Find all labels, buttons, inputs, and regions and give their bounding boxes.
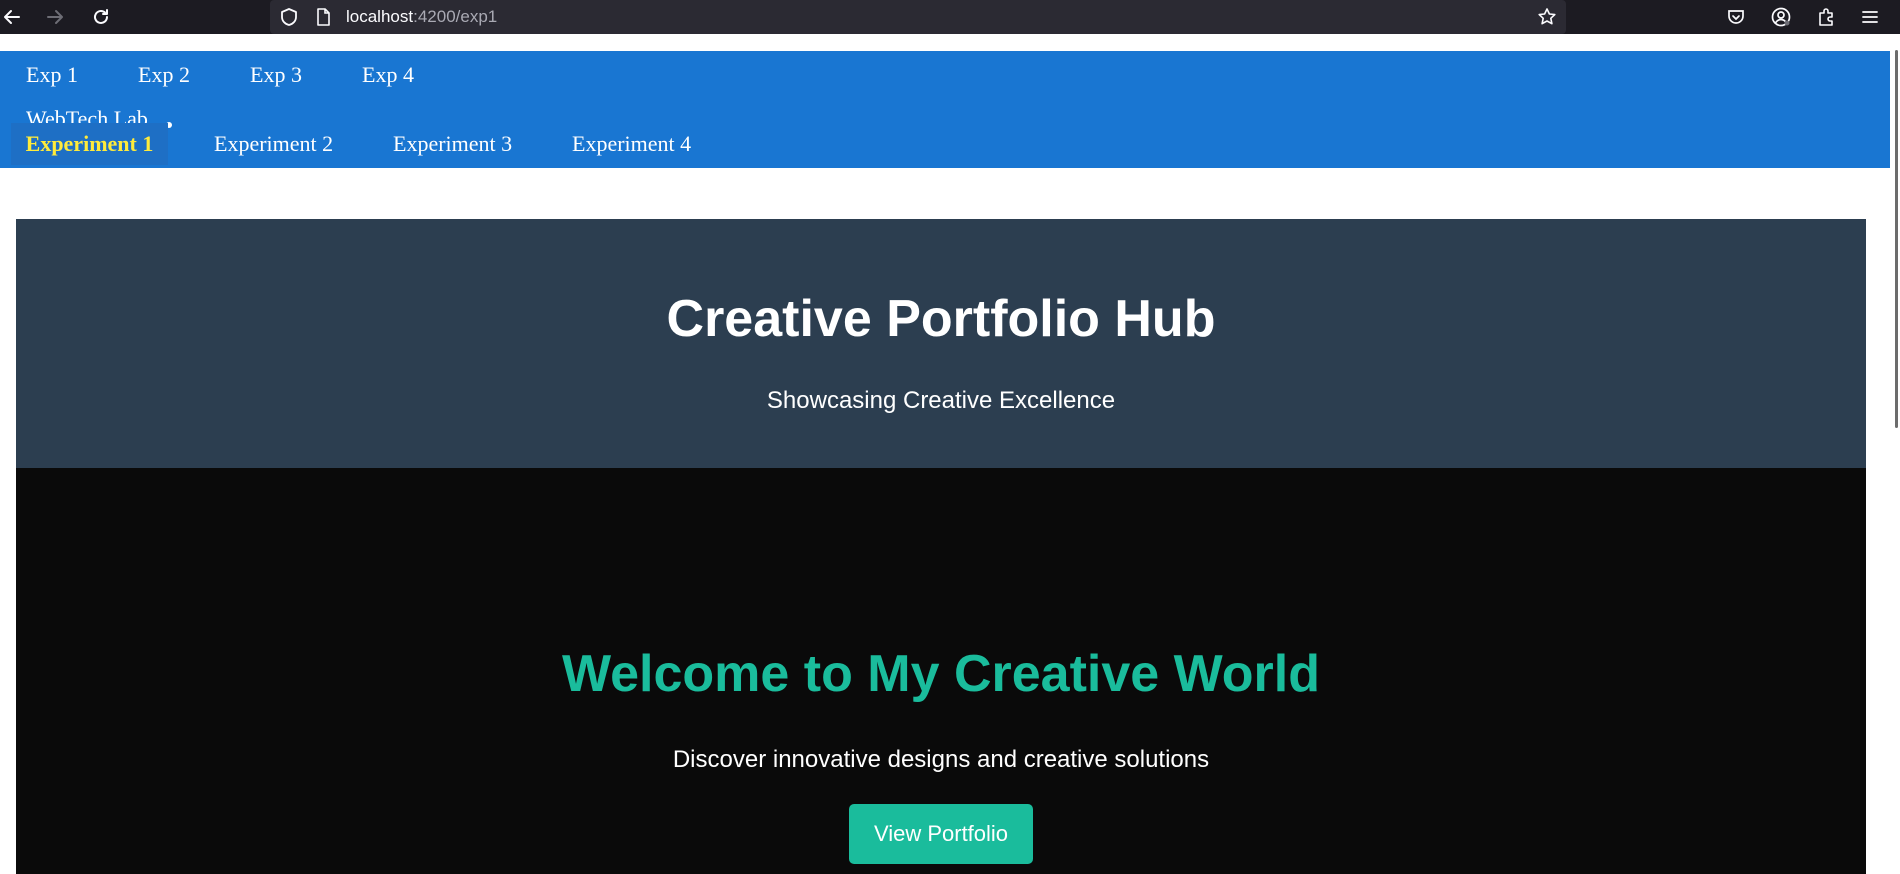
portfolio-header: Creative Portfolio Hub Showcasing Creati… — [16, 219, 1866, 468]
bookmark-star-icon[interactable] — [1534, 4, 1560, 30]
view-portfolio-button[interactable]: View Portfolio — [849, 804, 1033, 864]
subnav-link-experiment-3[interactable]: Experiment 3 — [393, 123, 512, 165]
browser-toolbar: localhost:4200/exp1 — [0, 0, 1900, 34]
pocket-icon[interactable] — [1723, 4, 1749, 30]
extensions-icon[interactable] — [1813, 4, 1839, 30]
forward-arrow-icon[interactable] — [40, 2, 70, 32]
back-arrow-icon[interactable] — [0, 2, 27, 32]
scrollbar-thumb[interactable] — [1895, 50, 1898, 428]
nav-link-exp-2[interactable]: Exp 2 — [138, 62, 190, 88]
account-icon[interactable] — [1768, 4, 1794, 30]
nav-link-exp-3[interactable]: Exp 3 — [250, 62, 302, 88]
reload-icon[interactable] — [86, 2, 116, 32]
nav-link-exp-4[interactable]: Exp 4 — [362, 62, 414, 88]
subnav-link-experiment-2[interactable]: Experiment 2 — [214, 123, 333, 165]
nav-link-exp-1[interactable]: Exp 1 — [26, 62, 78, 88]
url-path: :4200/exp1 — [413, 7, 498, 26]
app-navbar: Exp 1 Exp 2 Exp 3 Exp 4 WebTech Lab Expe… — [0, 51, 1890, 168]
hero-text: Discover innovative designs and creative… — [672, 746, 1210, 773]
hero-heading: Welcome to My Creative World — [561, 645, 1321, 703]
shield-icon[interactable] — [276, 4, 302, 30]
page-subtitle: Showcasing Creative Excellence — [766, 387, 1116, 414]
menu-icon[interactable] — [1857, 4, 1883, 30]
page-title: Creative Portfolio Hub — [666, 290, 1216, 348]
page-icon[interactable] — [310, 4, 336, 30]
subnav-link-experiment-1[interactable]: Experiment 1 — [11, 123, 168, 165]
hero-section: Welcome to My Creative World Discover in… — [16, 468, 1866, 874]
content-gap — [0, 34, 1900, 42]
subnav-link-experiment-4[interactable]: Experiment 4 — [572, 123, 691, 165]
brand-title: WebTech Lab — [26, 108, 148, 123]
url-text[interactable]: localhost:4200/exp1 — [346, 7, 497, 27]
url-host: localhost — [346, 7, 414, 26]
url-bar[interactable]: localhost:4200/exp1 — [270, 0, 1566, 34]
